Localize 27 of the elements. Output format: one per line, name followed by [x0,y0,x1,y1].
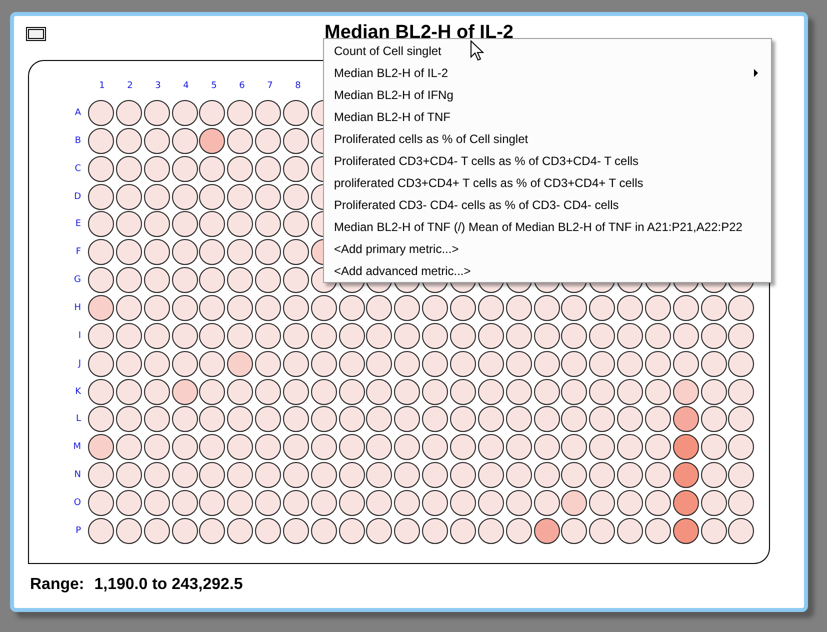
column-label: 3 [154,81,162,91]
range-value: 1,190.0 to 243,292.5 [94,576,243,594]
row-label: D [74,192,81,202]
row-label: K [75,386,81,397]
range-label: Range: [30,576,84,594]
row-label: I [78,330,81,341]
column-label: 5 [210,81,218,91]
column-label: 6 [238,81,246,91]
column-label: 2 [126,81,134,91]
row-label: M [73,442,81,452]
row-label: A [74,108,81,118]
row-label: L [76,414,81,424]
column-label: 7 [266,81,274,91]
row-label: G [74,275,81,286]
row-label: N [74,470,81,480]
column-label: 8 [294,81,302,91]
row-label: E [75,219,81,230]
column-label: 1 [98,81,106,91]
row-label: P [76,526,81,536]
column-label: 4 [182,81,190,91]
row-label: C [74,164,81,174]
row-label: O [74,498,81,508]
row-label: H [74,302,81,313]
window-title: Median BL2-H of IL-2 [324,22,514,44]
row-label: J [78,358,81,369]
row-label: F [76,247,81,258]
row-label: B [74,136,81,146]
